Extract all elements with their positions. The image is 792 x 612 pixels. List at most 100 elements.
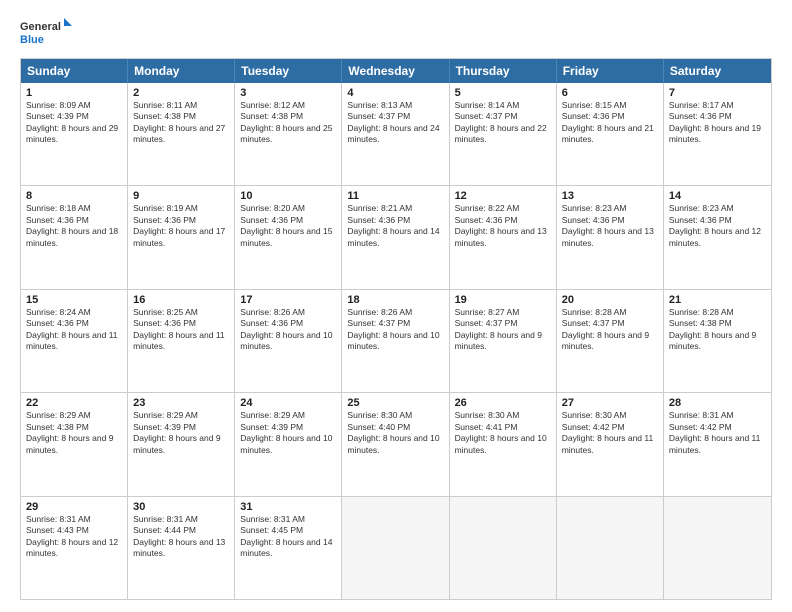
calendar-cell: 6Sunrise: 8:15 AMSunset: 4:36 PMDaylight… <box>557 83 664 185</box>
cell-info: Sunrise: 8:12 AMSunset: 4:38 PMDaylight:… <box>240 100 336 146</box>
day-number: 18 <box>347 294 443 306</box>
day-number: 11 <box>347 190 443 202</box>
cell-info: Sunrise: 8:23 AMSunset: 4:36 PMDaylight:… <box>562 203 658 249</box>
header-cell-sunday: Sunday <box>21 59 128 83</box>
svg-text:General: General <box>20 21 61 33</box>
day-number: 25 <box>347 397 443 409</box>
calendar-cell: 17Sunrise: 8:26 AMSunset: 4:36 PMDayligh… <box>235 290 342 392</box>
cell-info: Sunrise: 8:25 AMSunset: 4:36 PMDaylight:… <box>133 307 229 353</box>
day-number: 16 <box>133 294 229 306</box>
day-number: 20 <box>562 294 658 306</box>
header-cell-monday: Monday <box>128 59 235 83</box>
header-cell-saturday: Saturday <box>664 59 771 83</box>
calendar-row: 8Sunrise: 8:18 AMSunset: 4:36 PMDaylight… <box>21 186 771 289</box>
day-number: 17 <box>240 294 336 306</box>
logo: GeneralBlue <box>20 16 72 48</box>
day-number: 3 <box>240 87 336 99</box>
calendar-row: 29Sunrise: 8:31 AMSunset: 4:43 PMDayligh… <box>21 497 771 599</box>
cell-info: Sunrise: 8:30 AMSunset: 4:41 PMDaylight:… <box>455 410 551 456</box>
calendar-cell: 16Sunrise: 8:25 AMSunset: 4:36 PMDayligh… <box>128 290 235 392</box>
calendar-cell: 5Sunrise: 8:14 AMSunset: 4:37 PMDaylight… <box>450 83 557 185</box>
calendar-cell: 9Sunrise: 8:19 AMSunset: 4:36 PMDaylight… <box>128 186 235 288</box>
day-number: 6 <box>562 87 658 99</box>
cell-info: Sunrise: 8:27 AMSunset: 4:37 PMDaylight:… <box>455 307 551 353</box>
calendar-cell <box>450 497 557 599</box>
day-number: 12 <box>455 190 551 202</box>
calendar-cell: 3Sunrise: 8:12 AMSunset: 4:38 PMDaylight… <box>235 83 342 185</box>
day-number: 13 <box>562 190 658 202</box>
day-number: 2 <box>133 87 229 99</box>
svg-text:Blue: Blue <box>20 34 44 46</box>
calendar-cell: 14Sunrise: 8:23 AMSunset: 4:36 PMDayligh… <box>664 186 771 288</box>
calendar-header: SundayMondayTuesdayWednesdayThursdayFrid… <box>21 59 771 83</box>
cell-info: Sunrise: 8:26 AMSunset: 4:37 PMDaylight:… <box>347 307 443 353</box>
calendar-cell: 31Sunrise: 8:31 AMSunset: 4:45 PMDayligh… <box>235 497 342 599</box>
calendar-cell: 7Sunrise: 8:17 AMSunset: 4:36 PMDaylight… <box>664 83 771 185</box>
calendar: SundayMondayTuesdayWednesdayThursdayFrid… <box>20 58 772 600</box>
header-cell-tuesday: Tuesday <box>235 59 342 83</box>
calendar-cell: 11Sunrise: 8:21 AMSunset: 4:36 PMDayligh… <box>342 186 449 288</box>
cell-info: Sunrise: 8:28 AMSunset: 4:37 PMDaylight:… <box>562 307 658 353</box>
day-number: 27 <box>562 397 658 409</box>
header-cell-wednesday: Wednesday <box>342 59 449 83</box>
calendar-cell: 8Sunrise: 8:18 AMSunset: 4:36 PMDaylight… <box>21 186 128 288</box>
calendar-cell: 19Sunrise: 8:27 AMSunset: 4:37 PMDayligh… <box>450 290 557 392</box>
calendar-cell: 1Sunrise: 8:09 AMSunset: 4:39 PMDaylight… <box>21 83 128 185</box>
header-cell-thursday: Thursday <box>450 59 557 83</box>
calendar-cell: 13Sunrise: 8:23 AMSunset: 4:36 PMDayligh… <box>557 186 664 288</box>
calendar-cell: 29Sunrise: 8:31 AMSunset: 4:43 PMDayligh… <box>21 497 128 599</box>
cell-info: Sunrise: 8:23 AMSunset: 4:36 PMDaylight:… <box>669 203 766 249</box>
calendar-cell: 22Sunrise: 8:29 AMSunset: 4:38 PMDayligh… <box>21 393 128 495</box>
day-number: 9 <box>133 190 229 202</box>
day-number: 1 <box>26 87 122 99</box>
calendar-cell <box>557 497 664 599</box>
calendar-cell: 30Sunrise: 8:31 AMSunset: 4:44 PMDayligh… <box>128 497 235 599</box>
calendar-cell: 28Sunrise: 8:31 AMSunset: 4:42 PMDayligh… <box>664 393 771 495</box>
cell-info: Sunrise: 8:20 AMSunset: 4:36 PMDaylight:… <box>240 203 336 249</box>
cell-info: Sunrise: 8:26 AMSunset: 4:36 PMDaylight:… <box>240 307 336 353</box>
cell-info: Sunrise: 8:30 AMSunset: 4:42 PMDaylight:… <box>562 410 658 456</box>
cell-info: Sunrise: 8:31 AMSunset: 4:45 PMDaylight:… <box>240 514 336 560</box>
day-number: 8 <box>26 190 122 202</box>
day-number: 30 <box>133 501 229 513</box>
calendar-cell: 2Sunrise: 8:11 AMSunset: 4:38 PMDaylight… <box>128 83 235 185</box>
header: GeneralBlue <box>20 16 772 48</box>
day-number: 22 <box>26 397 122 409</box>
calendar-cell: 18Sunrise: 8:26 AMSunset: 4:37 PMDayligh… <box>342 290 449 392</box>
day-number: 28 <box>669 397 766 409</box>
header-cell-friday: Friday <box>557 59 664 83</box>
calendar-row: 15Sunrise: 8:24 AMSunset: 4:36 PMDayligh… <box>21 290 771 393</box>
logo-svg: GeneralBlue <box>20 16 72 48</box>
calendar-cell: 27Sunrise: 8:30 AMSunset: 4:42 PMDayligh… <box>557 393 664 495</box>
cell-info: Sunrise: 8:15 AMSunset: 4:36 PMDaylight:… <box>562 100 658 146</box>
cell-info: Sunrise: 8:29 AMSunset: 4:39 PMDaylight:… <box>240 410 336 456</box>
day-number: 31 <box>240 501 336 513</box>
day-number: 5 <box>455 87 551 99</box>
cell-info: Sunrise: 8:14 AMSunset: 4:37 PMDaylight:… <box>455 100 551 146</box>
calendar-cell: 24Sunrise: 8:29 AMSunset: 4:39 PMDayligh… <box>235 393 342 495</box>
day-number: 21 <box>669 294 766 306</box>
calendar-row: 22Sunrise: 8:29 AMSunset: 4:38 PMDayligh… <box>21 393 771 496</box>
calendar-cell <box>664 497 771 599</box>
calendar-cell: 26Sunrise: 8:30 AMSunset: 4:41 PMDayligh… <box>450 393 557 495</box>
calendar-cell: 15Sunrise: 8:24 AMSunset: 4:36 PMDayligh… <box>21 290 128 392</box>
cell-info: Sunrise: 8:31 AMSunset: 4:43 PMDaylight:… <box>26 514 122 560</box>
page: GeneralBlue SundayMondayTuesdayWednesday… <box>0 0 792 612</box>
cell-info: Sunrise: 8:17 AMSunset: 4:36 PMDaylight:… <box>669 100 766 146</box>
day-number: 24 <box>240 397 336 409</box>
calendar-cell: 10Sunrise: 8:20 AMSunset: 4:36 PMDayligh… <box>235 186 342 288</box>
cell-info: Sunrise: 8:13 AMSunset: 4:37 PMDaylight:… <box>347 100 443 146</box>
cell-info: Sunrise: 8:31 AMSunset: 4:44 PMDaylight:… <box>133 514 229 560</box>
cell-info: Sunrise: 8:22 AMSunset: 4:36 PMDaylight:… <box>455 203 551 249</box>
calendar-cell: 23Sunrise: 8:29 AMSunset: 4:39 PMDayligh… <box>128 393 235 495</box>
cell-info: Sunrise: 8:30 AMSunset: 4:40 PMDaylight:… <box>347 410 443 456</box>
calendar-cell <box>342 497 449 599</box>
cell-info: Sunrise: 8:18 AMSunset: 4:36 PMDaylight:… <box>26 203 122 249</box>
day-number: 15 <box>26 294 122 306</box>
day-number: 14 <box>669 190 766 202</box>
day-number: 23 <box>133 397 229 409</box>
day-number: 29 <box>26 501 122 513</box>
cell-info: Sunrise: 8:19 AMSunset: 4:36 PMDaylight:… <box>133 203 229 249</box>
cell-info: Sunrise: 8:29 AMSunset: 4:38 PMDaylight:… <box>26 410 122 456</box>
cell-info: Sunrise: 8:21 AMSunset: 4:36 PMDaylight:… <box>347 203 443 249</box>
